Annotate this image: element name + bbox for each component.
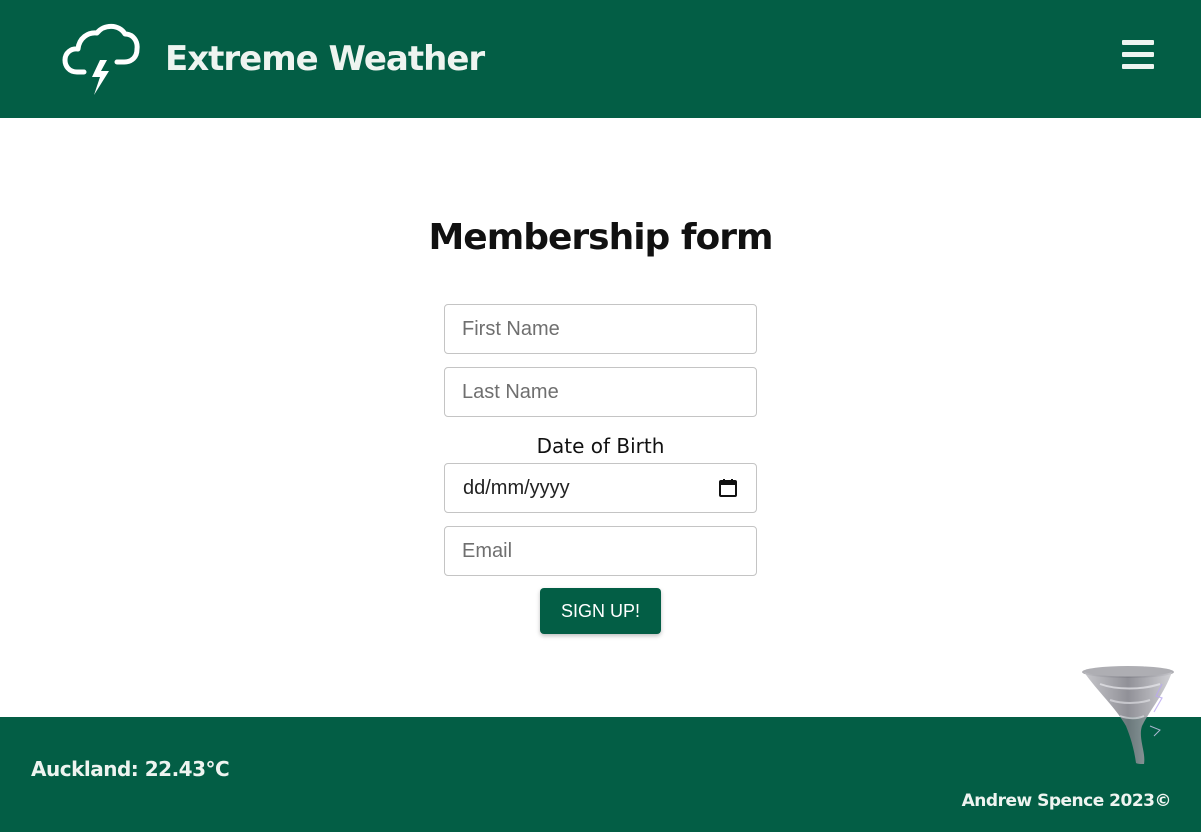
site-title: Extreme Weather [165,39,485,79]
last-name-input[interactable] [444,367,757,417]
signup-button[interactable]: SIGN UP! [540,588,661,634]
menu-button[interactable] [1116,35,1160,75]
copyright-text: Andrew Spence 2023© [961,791,1172,811]
calendar-icon[interactable] [718,478,738,498]
site-header: Extreme Weather [0,0,1201,118]
page: Extreme Weather Membership form Date of … [0,0,1201,832]
hamburger-menu-icon [1122,40,1154,69]
dob-label: Date of Birth [536,434,665,458]
form-title: Membership form [428,217,773,258]
weather-readout: Auckland: 22.43°C [31,757,230,781]
storm-cloud-icon [62,23,140,95]
email-input[interactable] [444,526,757,576]
dob-input[interactable]: dd/mm/yyyy [444,463,757,513]
dob-value: dd/mm/yyyy [463,476,570,499]
first-name-input[interactable] [444,304,757,354]
tornado-icon [1082,666,1174,764]
